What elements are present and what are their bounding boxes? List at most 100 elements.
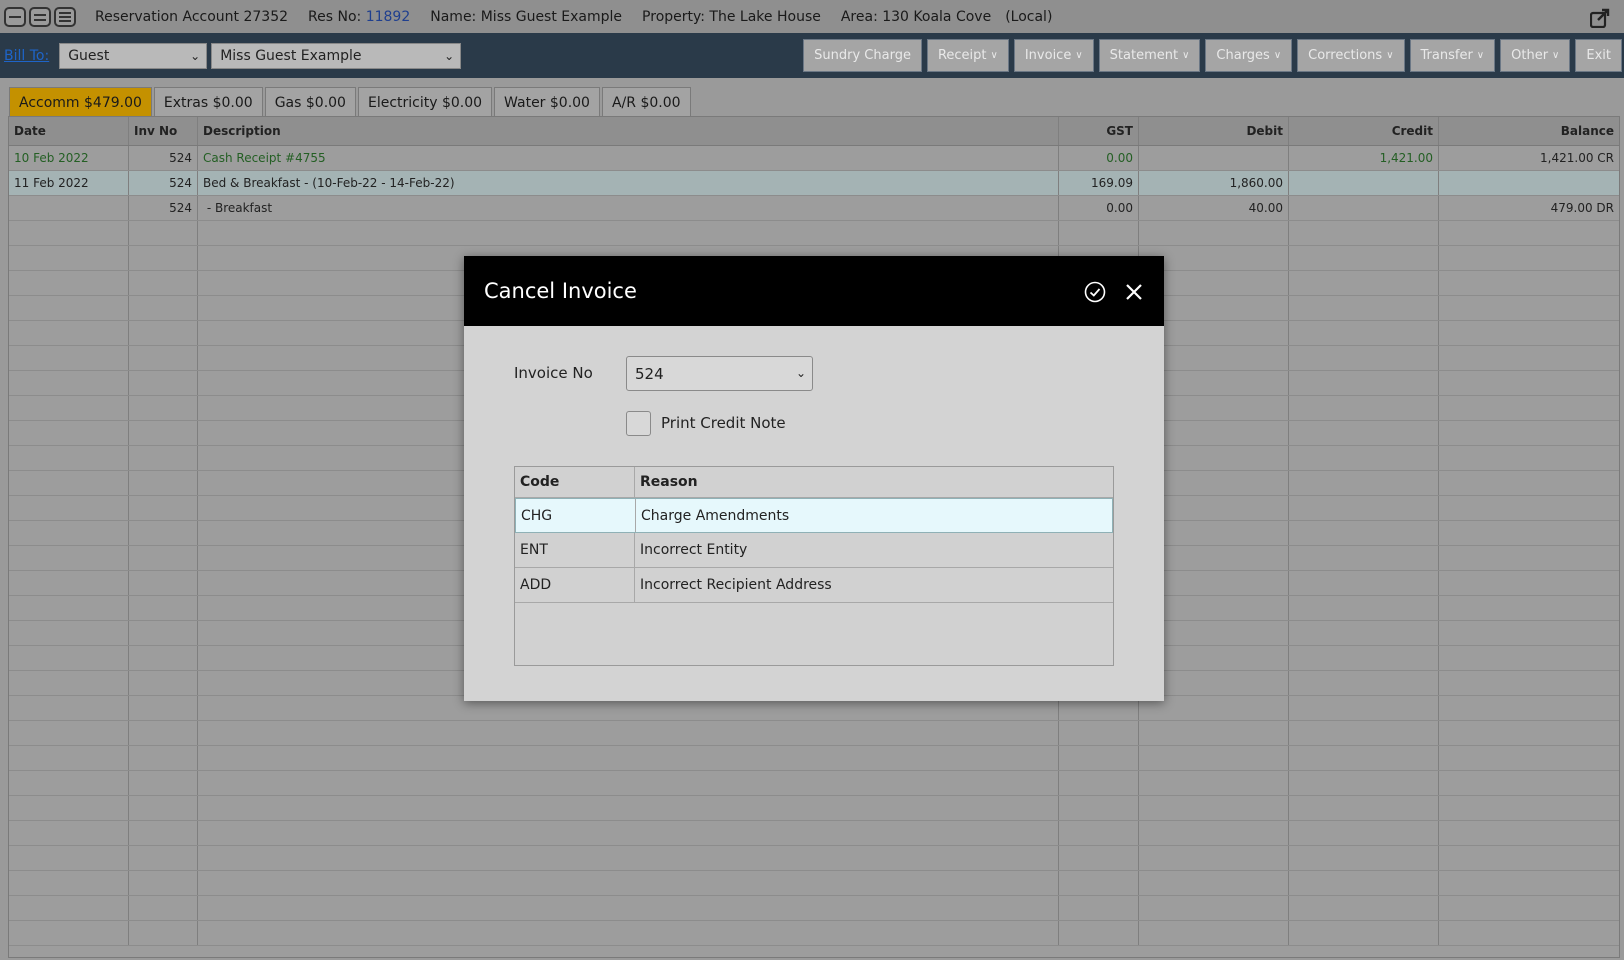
cell-debit: 1,860.00 — [1139, 171, 1289, 195]
cell-balance — [1439, 171, 1619, 195]
empty-cell — [198, 721, 1059, 745]
empty-cell — [9, 521, 129, 545]
reason-row[interactable]: CHG Charge Amendments — [515, 498, 1113, 533]
empty-cell — [9, 896, 129, 920]
empty-cell — [198, 821, 1059, 845]
empty-cell — [1289, 871, 1439, 895]
res-no-value[interactable]: 11892 — [366, 9, 411, 25]
empty-cell — [129, 696, 198, 720]
sundry-charge-button[interactable]: Sundry Charge — [803, 39, 922, 72]
empty-cell — [1289, 221, 1439, 245]
invoice-button[interactable]: Invoice ∨ — [1013, 39, 1094, 72]
empty-cell — [1439, 296, 1619, 320]
tab-extras[interactable]: Extras $0.00 — [153, 87, 263, 117]
empty-cell — [1289, 321, 1439, 345]
invoice-no-select[interactable]: 524 ⌄ — [626, 356, 813, 391]
empty-cell — [1439, 396, 1619, 420]
tab-water[interactable]: Water $0.00 — [494, 87, 600, 117]
empty-cell — [198, 771, 1059, 795]
tab-ar[interactable]: A/R $0.00 — [601, 87, 691, 117]
empty-cell — [1439, 671, 1619, 695]
cell-credit — [1289, 196, 1439, 220]
empty-cell — [1289, 346, 1439, 370]
col-inv-no[interactable]: Inv No — [129, 117, 198, 145]
col-balance[interactable]: Balance — [1439, 117, 1619, 145]
empty-row — [9, 871, 1619, 896]
empty-cell — [129, 396, 198, 420]
print-credit-note-label[interactable]: Print Credit Note — [661, 414, 786, 432]
empty-cell — [129, 571, 198, 595]
guest-name: Name: Miss Guest Example — [430, 8, 623, 25]
col-credit[interactable]: Credit — [1289, 117, 1439, 145]
confirm-check-icon[interactable] — [1084, 281, 1106, 303]
tab-gas[interactable]: Gas $0.00 — [264, 87, 356, 117]
cell-balance: 1,421.00 CR — [1540, 151, 1614, 165]
compact-view-icon[interactable] — [4, 6, 26, 27]
cell-date: 11 Feb 2022 — [9, 171, 129, 195]
reason-row[interactable]: ADD Incorrect Recipient Address — [515, 568, 1113, 603]
col-gst[interactable]: GST — [1059, 117, 1139, 145]
grid-header: Date Inv No Description GST Debit Credit… — [9, 117, 1619, 146]
bill-to-name-select[interactable]: Miss Guest Example ⌄ — [211, 42, 462, 69]
empty-cell — [1289, 671, 1439, 695]
empty-cell — [1439, 221, 1619, 245]
medium-view-icon[interactable] — [29, 6, 51, 27]
empty-cell — [1059, 896, 1139, 920]
empty-cell — [198, 871, 1059, 895]
cell-gst: 0.00 — [1059, 196, 1139, 220]
table-row[interactable]: 10 Feb 2022 524 Cash Receipt #4755 0.00 … — [9, 146, 1619, 171]
cell-description: Cash Receipt #4755 — [198, 146, 1059, 170]
tab-accomm[interactable]: Accomm $479.00 — [9, 87, 152, 117]
button-label: Corrections — [1308, 48, 1383, 63]
statement-button[interactable]: Statement ∨ — [1098, 39, 1201, 72]
charges-button[interactable]: Charges ∨ — [1205, 39, 1293, 72]
empty-cell — [129, 646, 198, 670]
empty-cell — [1439, 646, 1619, 670]
receipt-button[interactable]: Receipt ∨ — [926, 39, 1009, 72]
transfer-button[interactable]: Transfer ∨ — [1409, 39, 1496, 72]
empty-cell — [9, 446, 129, 470]
bill-to-type-select[interactable]: Guest ⌄ — [59, 42, 208, 69]
empty-cell — [1139, 921, 1289, 945]
bill-to-link[interactable]: Bill To: — [4, 48, 49, 64]
empty-cell — [129, 321, 198, 345]
reason-row[interactable]: ENT Incorrect Entity — [515, 533, 1113, 568]
empty-cell — [129, 621, 198, 645]
tab-electricity[interactable]: Electricity $0.00 — [357, 87, 493, 117]
empty-cell — [1289, 646, 1439, 670]
empty-cell — [129, 596, 198, 620]
close-icon[interactable] — [1124, 282, 1144, 302]
empty-cell — [1289, 596, 1439, 620]
button-label: Receipt — [937, 48, 987, 63]
empty-row — [9, 821, 1619, 846]
full-view-icon[interactable] — [54, 6, 76, 27]
table-row[interactable]: 524 - Breakfast 0.00 40.00 479.00 DR — [9, 196, 1619, 221]
table-row[interactable]: 11 Feb 2022 524 Bed & Breakfast - (10-Fe… — [9, 171, 1619, 196]
empty-cell — [9, 371, 129, 395]
empty-cell — [129, 496, 198, 520]
empty-cell — [1289, 371, 1439, 395]
cell-credit: 1,421.00 — [1289, 146, 1439, 170]
other-button[interactable]: Other ∨ — [1500, 39, 1571, 72]
empty-cell — [129, 471, 198, 495]
empty-cell — [9, 621, 129, 645]
res-label: Res No: — [308, 8, 362, 25]
empty-cell — [9, 546, 129, 570]
empty-cell — [1289, 446, 1439, 470]
empty-cell — [1439, 896, 1619, 920]
empty-cell — [1439, 496, 1619, 520]
empty-cell — [1289, 296, 1439, 320]
exit-button[interactable]: Exit — [1575, 39, 1622, 72]
account-tabs: Accomm $479.00 Extras $0.00 Gas $0.00 El… — [9, 87, 693, 117]
cell-credit — [1289, 171, 1439, 195]
empty-cell — [1139, 746, 1289, 770]
col-debit[interactable]: Debit — [1139, 117, 1289, 145]
empty-cell — [129, 896, 198, 920]
col-date[interactable]: Date — [9, 117, 129, 145]
empty-cell — [9, 496, 129, 520]
popout-icon[interactable] — [1590, 8, 1610, 28]
print-credit-note-checkbox[interactable] — [626, 411, 651, 436]
chevron-down-icon: ∨ — [1273, 50, 1282, 61]
col-description[interactable]: Description — [198, 117, 1059, 145]
corrections-button[interactable]: Corrections ∨ — [1297, 39, 1405, 72]
